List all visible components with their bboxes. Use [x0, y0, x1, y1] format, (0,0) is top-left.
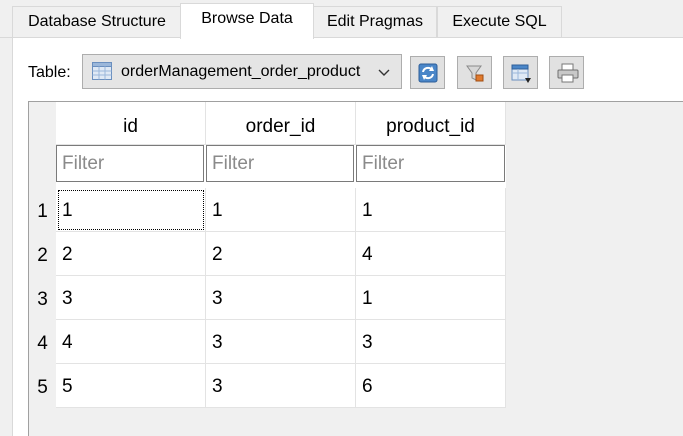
- column-header-order-id[interactable]: order_id: [206, 102, 356, 145]
- table-cell[interactable]: 5: [56, 364, 206, 408]
- row-header[interactable]: 5: [29, 364, 56, 408]
- table-cell[interactable]: 4: [56, 320, 206, 364]
- row-header[interactable]: 2: [29, 232, 56, 276]
- selected-table-name: orderManagement_order_product: [121, 63, 361, 80]
- save-table-button[interactable]: [503, 56, 538, 89]
- tab-bar: Database Structure Browse Data Edit Prag…: [0, 0, 683, 39]
- chevron-down-icon: [377, 65, 391, 79]
- table-cell[interactable]: 6: [356, 364, 506, 408]
- table-cell[interactable]: 3: [356, 320, 506, 364]
- filter-input-order-id[interactable]: Filter: [206, 145, 354, 182]
- print-button[interactable]: [549, 56, 584, 89]
- table-cell[interactable]: 1: [56, 188, 206, 232]
- table-cell[interactable]: 3: [206, 276, 356, 320]
- table-cell[interactable]: 1: [356, 276, 506, 320]
- table-cell[interactable]: 3: [206, 364, 356, 408]
- row-header[interactable]: 4: [29, 320, 56, 364]
- table-cell[interactable]: 2: [206, 232, 356, 276]
- table-cell[interactable]: 4: [356, 232, 506, 276]
- row-header[interactable]: 1: [29, 188, 56, 232]
- table-label: Table:: [28, 64, 71, 81]
- tab-edit-pragmas[interactable]: Edit Pragmas: [313, 6, 437, 37]
- table-cell[interactable]: 2: [56, 232, 206, 276]
- tab-browse-data[interactable]: Browse Data: [180, 3, 314, 39]
- tab-execute-sql[interactable]: Execute SQL: [437, 6, 562, 37]
- tab-database-structure[interactable]: Database Structure: [12, 6, 182, 37]
- table-cell[interactable]: 3: [206, 320, 356, 364]
- filter-input-product-id[interactable]: Filter: [356, 145, 505, 182]
- table-icon: [92, 62, 112, 80]
- column-header-id[interactable]: id: [56, 102, 206, 145]
- grid-corner: [29, 102, 56, 188]
- row-header[interactable]: 3: [29, 276, 56, 320]
- table-cell[interactable]: 3: [56, 276, 206, 320]
- table-cell[interactable]: 1: [206, 188, 356, 232]
- table-select[interactable]: orderManagement_order_product: [82, 54, 402, 89]
- refresh-button[interactable]: [410, 56, 445, 89]
- clear-filters-button[interactable]: [457, 56, 492, 89]
- filter-input-id[interactable]: Filter: [56, 145, 204, 182]
- table-cell[interactable]: 1: [356, 188, 506, 232]
- column-header-product-id[interactable]: product_id: [356, 102, 506, 145]
